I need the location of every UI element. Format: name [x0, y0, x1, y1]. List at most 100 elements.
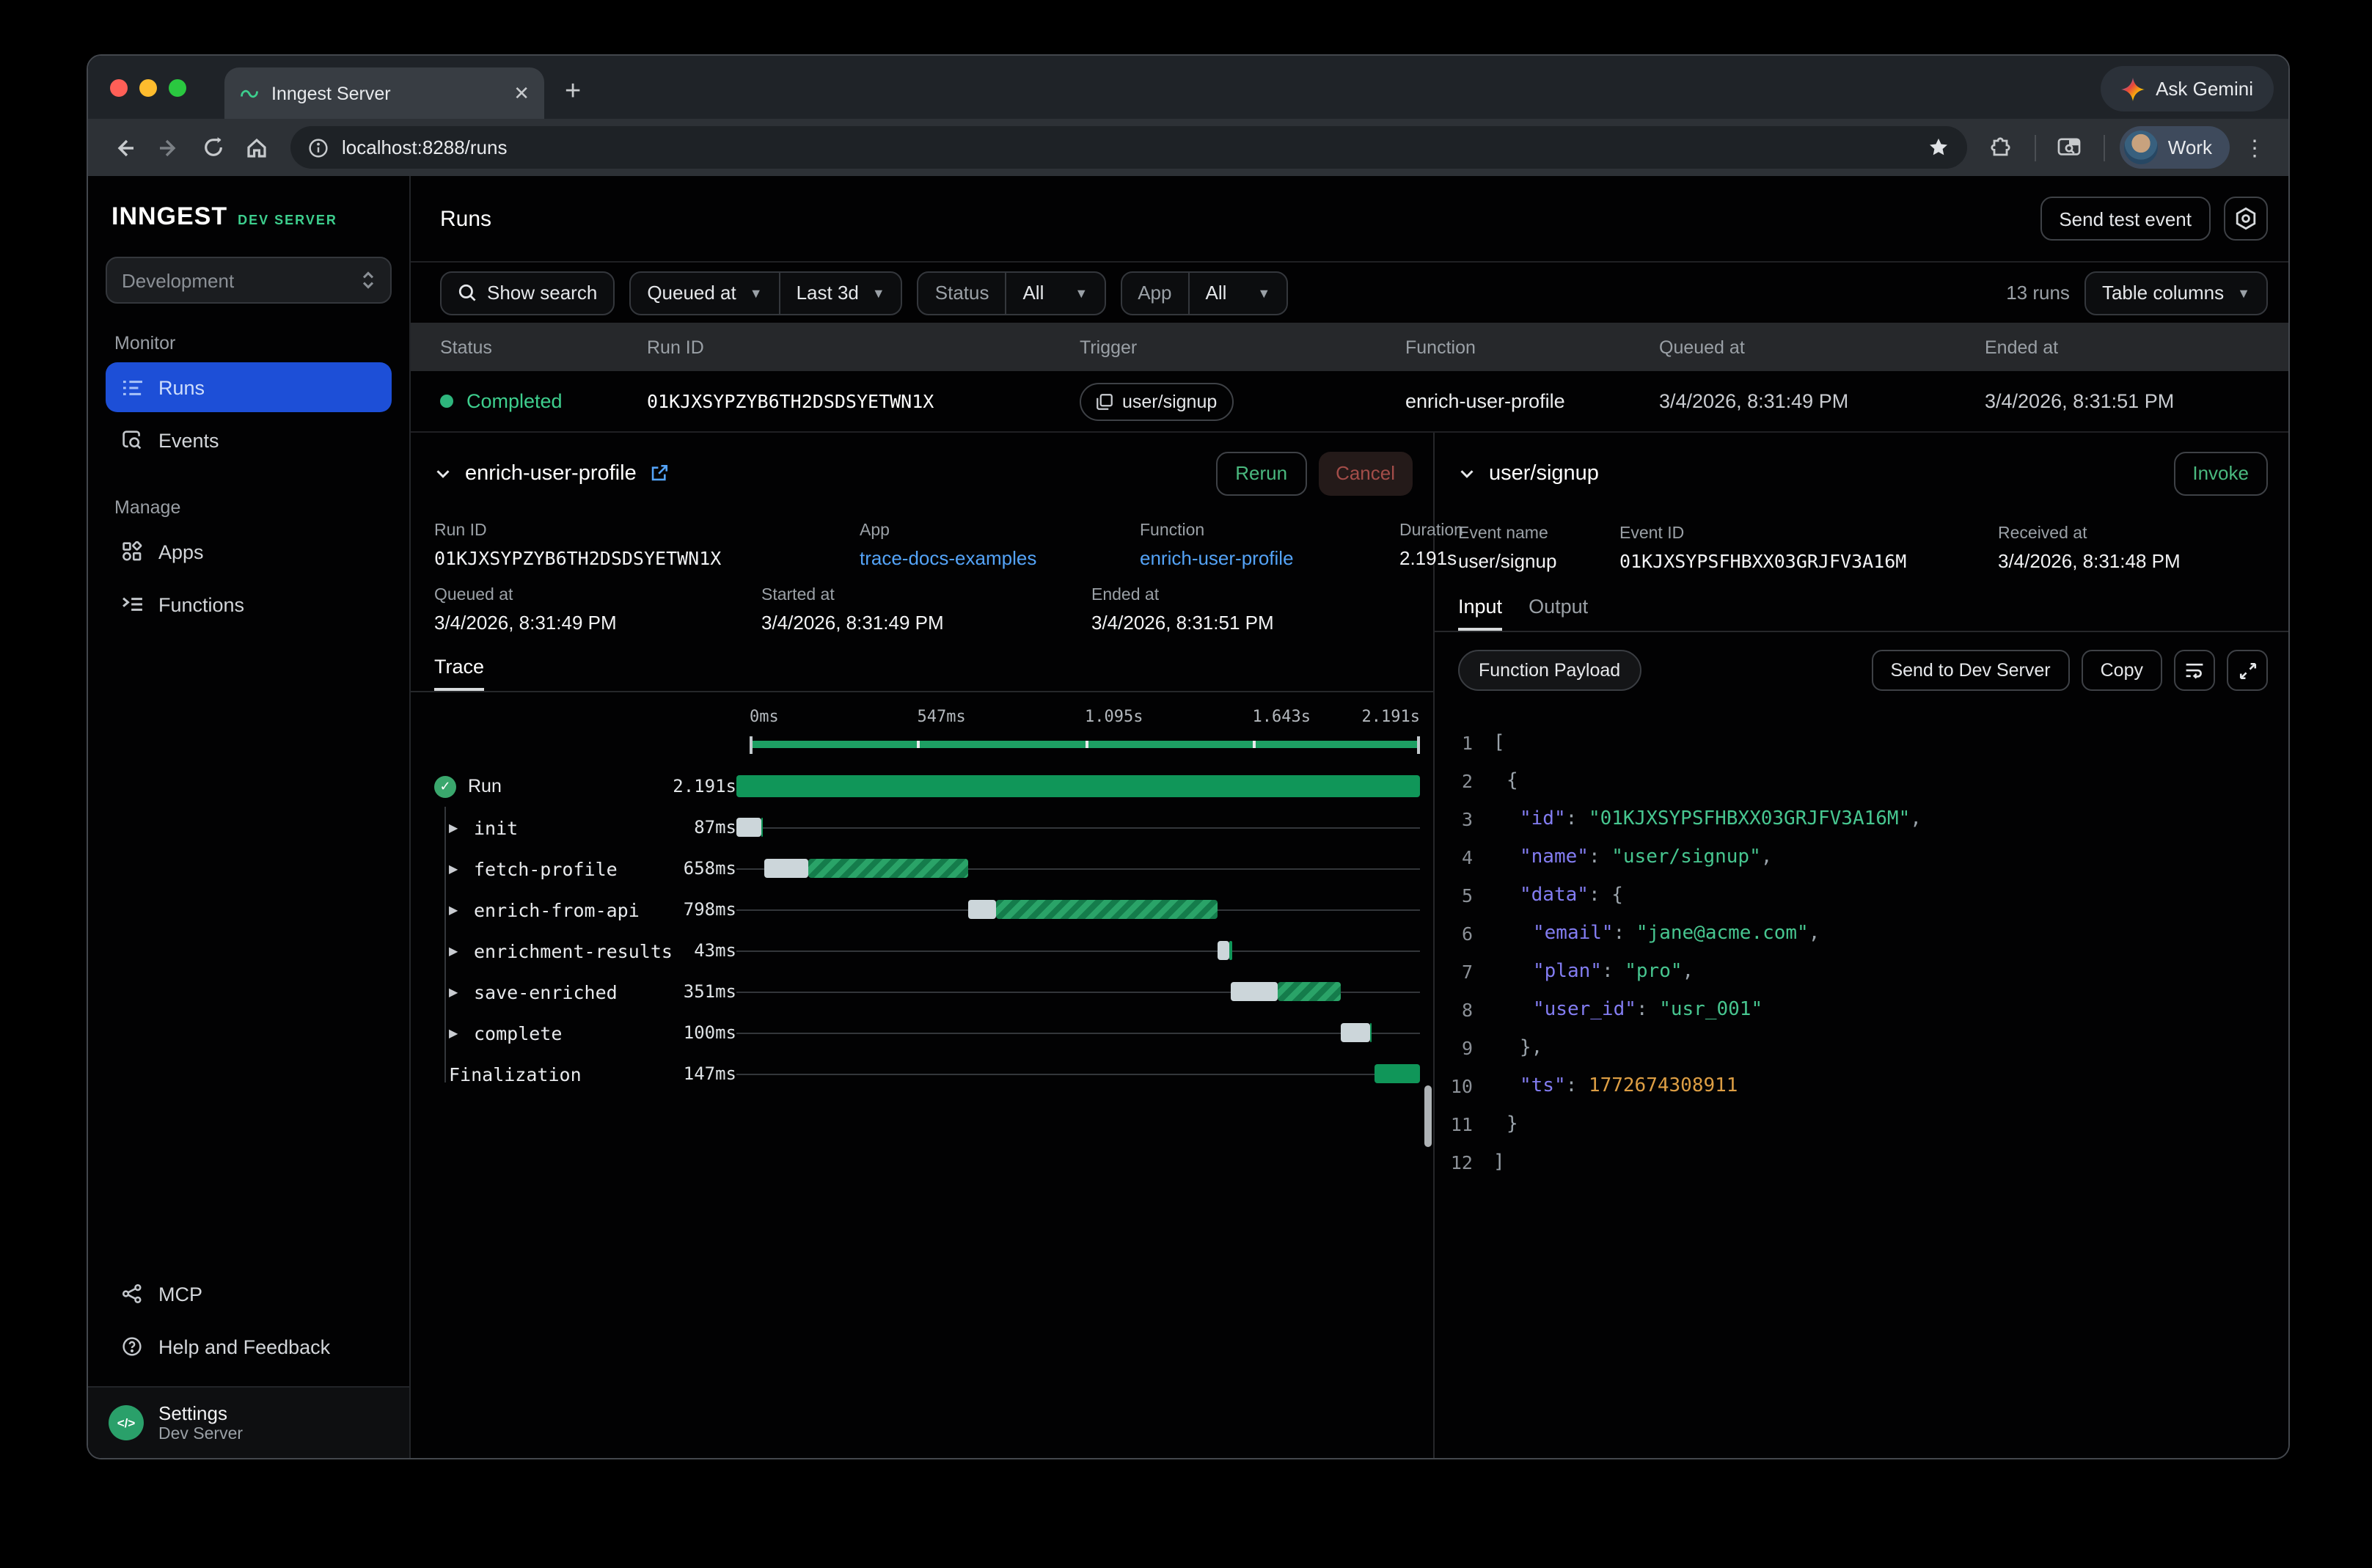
expand-step-icon[interactable]: ▶ — [449, 821, 464, 834]
close-window-button[interactable] — [110, 78, 128, 96]
step-name: save-enriched — [474, 981, 618, 1003]
bookmark-star-icon[interactable] — [1928, 136, 1950, 158]
tab-output[interactable]: Output — [1529, 596, 1588, 631]
app-filter[interactable]: App All▼ — [1120, 271, 1288, 315]
trace-minimap[interactable] — [750, 736, 1420, 754]
dev-server-code-icon: </> — [109, 1405, 144, 1440]
send-to-dev-server-button[interactable]: Send to Dev Server — [1871, 650, 2069, 691]
expand-step-icon[interactable]: ▶ — [449, 944, 464, 957]
new-tab-button[interactable]: + — [565, 76, 581, 109]
function-cell[interactable]: enrich-user-profile — [1405, 390, 1659, 412]
tab-close-icon[interactable]: ✕ — [513, 81, 530, 105]
step-name: enrich-from-api — [474, 898, 640, 920]
trace-bar-segment[interactable] — [1374, 1064, 1420, 1083]
trace-bar-segment[interactable] — [764, 859, 808, 878]
browser-profile-button[interactable]: Work — [2120, 126, 2230, 169]
column-header-status: Status — [440, 337, 647, 357]
trace-row-enrichment-results[interactable]: ▶enrichment-results43ms — [411, 930, 1433, 971]
tab-trace[interactable]: Trace — [434, 656, 484, 691]
address-bar[interactable]: localhost:8288/runs — [290, 126, 1967, 169]
mcp-share-icon — [120, 1282, 144, 1305]
payload-code-editor[interactable]: 1[2{3"id": "01KJXSYPSFHBXX03GRJFV3A16M",… — [1435, 706, 2288, 1181]
expand-step-icon[interactable]: ▶ — [449, 985, 464, 998]
line-number: 2 — [1435, 769, 1493, 791]
environment-select[interactable]: Development — [106, 257, 392, 304]
home-button[interactable] — [238, 128, 276, 166]
extensions-icon[interactable] — [1982, 128, 2020, 166]
site-info-icon[interactable] — [308, 137, 329, 158]
tab-title: Inngest Server — [271, 83, 502, 103]
trace-bar-segment[interactable] — [808, 859, 969, 878]
settings-title: Settings — [158, 1402, 243, 1424]
invoke-button[interactable]: Invoke — [2173, 451, 2268, 495]
table-row[interactable]: Completed 01KJXSYPZYB6TH2DSDSYETWN1X use… — [411, 371, 2288, 433]
trigger-pill[interactable]: user/signup — [1080, 382, 1233, 420]
app-link[interactable]: trace-docs-examples — [860, 547, 1140, 569]
collapse-run-chevron-icon[interactable] — [434, 464, 452, 482]
sidebar-item-settings[interactable]: </> Settings Dev Server — [88, 1386, 409, 1458]
reload-button[interactable] — [194, 128, 232, 166]
trace-bar-segment[interactable] — [969, 900, 996, 919]
trace-bar-segment[interactable] — [1278, 982, 1341, 1001]
sidebar-item-mcp[interactable]: MCP — [106, 1269, 392, 1319]
sidebar-item-apps[interactable]: Apps — [106, 527, 392, 576]
sidebar-item-label: Runs — [158, 376, 205, 398]
tab-input[interactable]: Input — [1458, 596, 1502, 631]
trace-bar-segment[interactable] — [736, 818, 761, 837]
axis-tick: 2.191s — [1362, 707, 1421, 726]
copy-button[interactable]: Copy — [2082, 650, 2162, 691]
rerun-button[interactable]: Rerun — [1216, 451, 1306, 495]
line-number: 12 — [1435, 1151, 1493, 1173]
forward-button[interactable] — [150, 128, 188, 166]
trace-row-fetch-profile[interactable]: ▶fetch-profile658ms — [411, 848, 1433, 889]
status-filter[interactable]: Status All▼ — [918, 271, 1105, 315]
trace-row-init[interactable]: ▶init87ms — [411, 807, 1433, 848]
browser-menu-icon[interactable]: ⋮ — [2236, 128, 2274, 166]
time-field-filter[interactable]: Queued at▼ Last 3d▼ — [629, 271, 902, 315]
trace-row-finalization[interactable]: Finalization147ms — [411, 1053, 1433, 1094]
trace-scrollbar[interactable] — [1424, 1085, 1432, 1147]
show-search-button[interactable]: Show search — [440, 271, 615, 315]
app-field: App trace-docs-examples — [860, 522, 1140, 569]
trace-row-run[interactable]: ✓Run2.191s — [411, 766, 1433, 807]
sidebar-item-events[interactable]: Events — [106, 415, 392, 465]
trace-bar-segment[interactable] — [1341, 1023, 1370, 1042]
trace-row-complete[interactable]: ▶complete100ms — [411, 1012, 1433, 1053]
trace-bar-segment[interactable] — [1231, 982, 1278, 1001]
code-line: 1[ — [1435, 723, 2288, 761]
ask-gemini-button[interactable]: Ask Gemini — [2100, 66, 2274, 111]
expand-button[interactable] — [2227, 650, 2268, 691]
profile-name: Work — [2168, 136, 2212, 158]
sidebar-item-help[interactable]: Help and Feedback — [106, 1322, 392, 1371]
back-button[interactable] — [106, 128, 144, 166]
column-header-ended-at: Ended at — [1985, 337, 2259, 357]
expand-step-icon[interactable]: ▶ — [449, 903, 464, 916]
run-id-cell[interactable]: 01KJXSYPZYB6TH2DSDSYETWN1X — [647, 390, 1080, 412]
sidebar-item-runs[interactable]: Runs — [106, 362, 392, 412]
external-link-icon[interactable] — [650, 464, 669, 483]
url-text[interactable]: localhost:8288/runs — [342, 136, 1914, 158]
sidebar: INNGEST DEV SERVER Development Monitor — [88, 176, 411, 1458]
expand-step-icon[interactable]: ▶ — [449, 862, 464, 875]
sidebar-item-functions[interactable]: Functions — [106, 579, 392, 629]
trace-bar-segment[interactable] — [1218, 941, 1230, 960]
trace-row-enrich-from-api[interactable]: ▶enrich-from-api798ms — [411, 889, 1433, 930]
trace-bar-segment[interactable] — [995, 900, 1218, 919]
table-columns-button[interactable]: Table columns▼ — [2084, 271, 2268, 315]
function-payload-pill[interactable]: Function Payload — [1458, 650, 1641, 691]
function-link[interactable]: enrich-user-profile — [1140, 547, 1399, 569]
trace-bar-segment[interactable] — [736, 775, 1420, 797]
cancel-button[interactable]: Cancel — [1318, 451, 1413, 495]
collapse-event-chevron-icon[interactable] — [1458, 464, 1476, 482]
send-test-event-button[interactable]: Send test event — [2040, 197, 2211, 241]
browser-tab[interactable]: Inngest Server ✕ — [224, 67, 544, 119]
word-wrap-button[interactable] — [2174, 650, 2215, 691]
time-range-filter[interactable]: Last 3d▼ — [779, 272, 901, 313]
settings-gear-button[interactable] — [2224, 197, 2268, 241]
tab-search-icon[interactable] — [2051, 128, 2089, 166]
trace-row-save-enriched[interactable]: ▶save-enriched351ms — [411, 971, 1433, 1012]
maximize-window-button[interactable] — [169, 78, 186, 96]
expand-step-icon[interactable]: ▶ — [449, 1026, 464, 1039]
minimize-window-button[interactable] — [139, 78, 157, 96]
code-line: 9}, — [1435, 1028, 2288, 1066]
